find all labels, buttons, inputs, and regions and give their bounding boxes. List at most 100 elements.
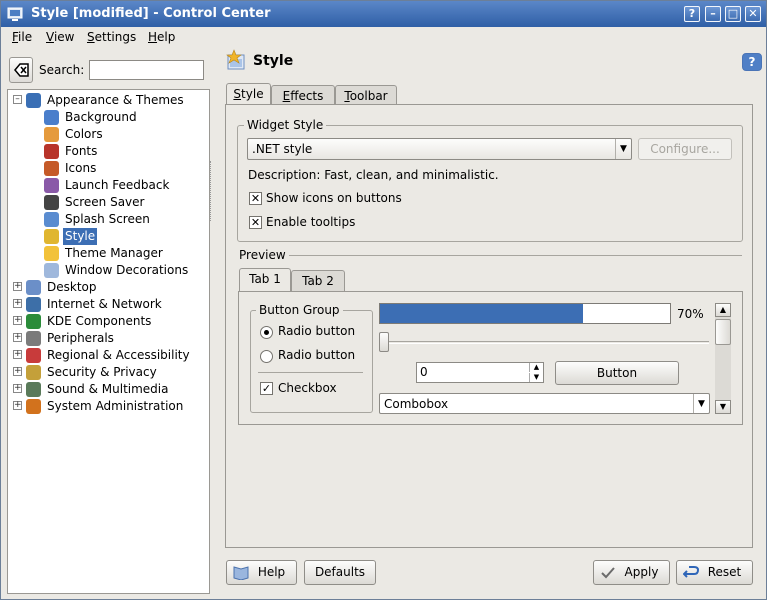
security-icon — [26, 365, 41, 380]
context-help-button[interactable]: ? — [684, 6, 700, 22]
tree-item[interactable]: + Security & Privacy — [8, 364, 208, 381]
control-center-icon — [7, 6, 23, 22]
preview-combobox[interactable]: Combobox ▼ — [379, 393, 710, 414]
expand-icon[interactable]: + — [13, 333, 22, 342]
preview-tab-1[interactable]: Tab 1 — [239, 268, 291, 292]
background-icon — [44, 110, 59, 125]
appearance-icon — [26, 93, 41, 108]
preview-button[interactable]: Button — [555, 361, 679, 385]
spin-up-icon[interactable]: ▲ — [529, 363, 543, 372]
desktop-icon — [26, 280, 41, 295]
tree-item[interactable]: Style — [8, 228, 208, 245]
tree-item[interactable]: + System Administration — [8, 398, 208, 415]
scroll-down-icon[interactable]: ▼ — [715, 400, 731, 414]
style-icon — [44, 229, 59, 244]
tree-item-label: Fonts — [65, 144, 98, 158]
kde-components-icon — [26, 314, 41, 329]
tree-item[interactable]: Fonts — [8, 143, 208, 160]
spin-box[interactable]: 0 ▲ ▼ — [416, 362, 544, 383]
spin-box-value: 0 — [420, 365, 428, 379]
apply-button[interactable]: Apply — [593, 560, 670, 585]
tree-item-label: Background — [65, 110, 137, 124]
tree-item[interactable]: Window Decorations — [8, 262, 208, 279]
tree-item[interactable]: Colors — [8, 126, 208, 143]
fonts-icon — [44, 144, 59, 159]
minimize-button[interactable]: – — [705, 6, 721, 22]
tree-item-label: Theme Manager — [65, 246, 163, 260]
enable-tooltips-checkbox[interactable]: ✕ — [249, 216, 262, 229]
clear-search-button[interactable] — [9, 57, 33, 83]
title-bar[interactable]: Style [modified] - Control Center ? – □ … — [1, 1, 766, 27]
style-description: Description: Fast, clean, and minimalist… — [248, 168, 499, 182]
tree-item-label: Icons — [65, 161, 97, 175]
show-icons-checkbox[interactable]: ✕ — [249, 192, 262, 205]
icons-icon — [44, 161, 59, 176]
preview-combobox-value: Combobox — [384, 397, 449, 411]
help-button[interactable]: Help — [226, 560, 297, 585]
splitter-handle[interactable] — [210, 161, 214, 221]
tree-item[interactable]: Screen Saver — [8, 194, 208, 211]
radio-button-2-label: Radio button — [278, 348, 356, 362]
tree-item[interactable]: Icons — [8, 160, 208, 177]
spin-down-icon[interactable]: ▼ — [529, 373, 543, 382]
regional-icon — [26, 348, 41, 363]
expand-icon[interactable]: + — [13, 350, 22, 359]
expand-icon[interactable]: + — [13, 282, 22, 291]
window-title: Style [modified] - Control Center — [31, 6, 271, 21]
radio-button-1[interactable] — [260, 326, 273, 339]
progress-bar — [379, 303, 671, 324]
help-book-icon — [233, 565, 249, 581]
tree-item[interactable]: + Internet & Network — [8, 296, 208, 313]
module-tree[interactable]: – Appearance & Themes Background Colors Font… — [7, 89, 210, 594]
progress-text: 70% — [677, 307, 704, 321]
slider-handle[interactable] — [379, 332, 389, 352]
tree-item[interactable]: – Appearance & Themes — [8, 92, 208, 109]
search-input[interactable] — [89, 60, 204, 80]
defaults-button[interactable]: Defaults — [304, 560, 376, 585]
style-module-icon — [225, 49, 247, 71]
tree-item[interactable]: + Regional & Accessibility — [8, 347, 208, 364]
menu-file[interactable]: File — [12, 30, 32, 44]
menu-help[interactable]: Help — [148, 30, 175, 44]
tree-item[interactable]: Launch Feedback — [8, 177, 208, 194]
tree-item-label: Appearance & Themes — [47, 93, 184, 107]
tree-item[interactable]: Theme Manager — [8, 245, 208, 262]
expand-icon[interactable]: + — [13, 401, 22, 410]
preview-scrollbar[interactable]: ▲ ▼ — [715, 303, 731, 414]
reset-button[interactable]: Reset — [676, 560, 753, 585]
expand-icon[interactable]: + — [13, 384, 22, 393]
tree-item[interactable]: + KDE Components — [8, 313, 208, 330]
expand-icon[interactable]: + — [13, 367, 22, 376]
tree-item[interactable]: + Desktop — [8, 279, 208, 296]
collapse-icon[interactable]: – — [13, 95, 22, 104]
configure-button[interactable]: Configure... — [638, 138, 732, 160]
tree-item[interactable]: Splash Screen — [8, 211, 208, 228]
widget-style-combo[interactable]: .NET style ▼ — [247, 138, 632, 160]
tree-item[interactable]: + Sound & Multimedia — [8, 381, 208, 398]
radio-button-2[interactable] — [260, 350, 273, 363]
whats-this-help-button[interactable]: ? — [742, 53, 762, 71]
show-icons-label: Show icons on buttons — [266, 191, 402, 205]
scrollbar-thumb[interactable] — [715, 319, 731, 345]
preview-tab-2[interactable]: Tab 2 — [291, 270, 345, 292]
menu-settings[interactable]: Settings — [87, 30, 136, 44]
button-group-title: Button Group — [256, 303, 343, 317]
widget-style-group-title: Widget Style — [244, 118, 327, 132]
preview-checkbox[interactable]: ✓ — [260, 382, 273, 395]
scroll-up-icon[interactable]: ▲ — [715, 303, 731, 317]
expand-icon[interactable]: + — [13, 316, 22, 325]
maximize-button[interactable]: □ — [725, 6, 741, 22]
tree-item[interactable]: Background — [8, 109, 208, 126]
tree-item-label: Launch Feedback — [65, 178, 170, 192]
expand-icon[interactable]: + — [13, 299, 22, 308]
tree-item-label: Screen Saver — [65, 195, 145, 209]
close-button[interactable]: ✕ — [745, 6, 761, 22]
menu-bar: File View Settings Help — [1, 27, 766, 49]
clear-left-icon — [14, 63, 29, 77]
colors-icon — [44, 127, 59, 142]
window-decorations-icon — [44, 263, 59, 278]
control-center-window: Style [modified] - Control Center ? – □ … — [0, 0, 767, 600]
menu-view[interactable]: View — [46, 30, 74, 44]
slider-track[interactable] — [379, 341, 709, 344]
tree-item[interactable]: + Peripherals — [8, 330, 208, 347]
